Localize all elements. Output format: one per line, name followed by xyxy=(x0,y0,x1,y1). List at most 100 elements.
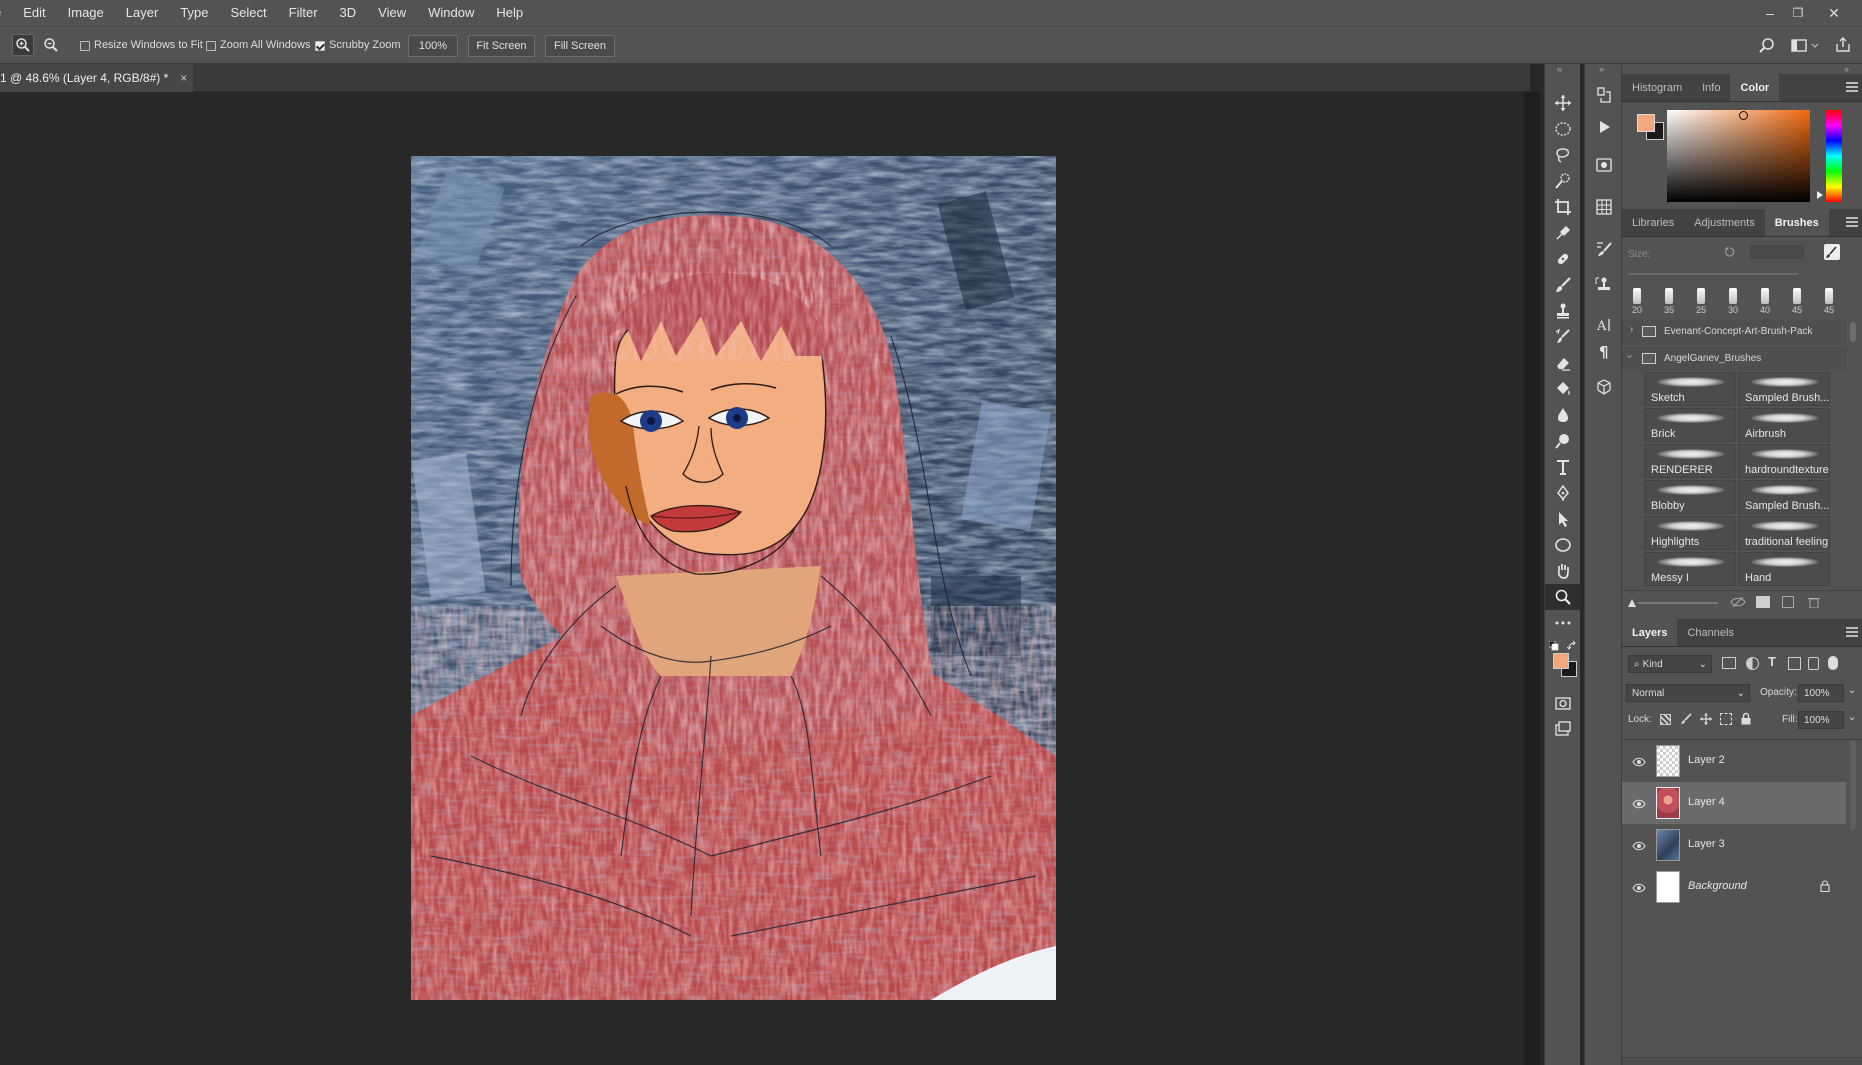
fill-chevron-icon[interactable]: ⌄ xyxy=(1848,712,1856,723)
history-brush-tool-icon[interactable] xyxy=(1545,324,1581,350)
menu-select[interactable]: Select xyxy=(220,0,278,26)
color-field[interactable] xyxy=(1667,110,1810,202)
default-colors-icon[interactable] xyxy=(1548,639,1559,651)
close-tab-icon[interactable]: × xyxy=(180,71,187,85)
ellipse-tool-icon[interactable] xyxy=(1545,532,1581,558)
lock-position-icon[interactable] xyxy=(1700,713,1712,725)
history-icon[interactable] xyxy=(1585,80,1623,110)
zoom-out-icon[interactable] xyxy=(40,34,62,56)
workspace-icon[interactable] xyxy=(1790,37,1820,55)
zoom-percent-field[interactable]: 100% xyxy=(408,35,458,57)
brush-item[interactable]: Airbrush xyxy=(1738,408,1830,442)
visibility-eye-icon[interactable] xyxy=(1632,881,1646,893)
brush-item[interactable]: Brick xyxy=(1644,408,1736,442)
brush-preset[interactable]: 30 xyxy=(1726,288,1740,315)
hand-tool-icon[interactable] xyxy=(1545,558,1581,584)
collapse-dock-icon[interactable]: » xyxy=(1599,64,1604,74)
chevron-down-icon[interactable]: › xyxy=(1624,355,1635,358)
lock-all-icon[interactable] xyxy=(1740,712,1752,725)
hue-slider-marker[interactable] xyxy=(1817,191,1823,199)
artwork-canvas[interactable] xyxy=(411,156,1056,1000)
type-tool-icon[interactable] xyxy=(1545,454,1581,480)
bucket-tool-icon[interactable] xyxy=(1545,376,1581,402)
filter-type-icon[interactable]: T xyxy=(1768,654,1776,669)
hue-slider[interactable] xyxy=(1826,110,1842,202)
tab-libraries[interactable]: Libraries xyxy=(1622,209,1684,236)
layer-row[interactable]: Layer 3 xyxy=(1622,824,1846,866)
collapse-panels-icon[interactable]: » xyxy=(1844,64,1849,74)
brush-settings-icon[interactable] xyxy=(1585,234,1623,264)
menu-view[interactable]: View xyxy=(367,0,417,26)
brush-group-row[interactable]: › AngelGanev_Brushes xyxy=(1622,347,1846,371)
share-icon[interactable] xyxy=(1834,36,1852,54)
new-brush-footer-icon[interactable] xyxy=(1782,596,1794,608)
filter-adjustment-icon[interactable] xyxy=(1746,657,1759,670)
chevron-right-icon[interactable]: › xyxy=(1630,324,1633,335)
pen-tool-icon[interactable] xyxy=(1545,480,1581,506)
filter-smart-object-icon[interactable] xyxy=(1808,657,1819,670)
layer-filter-dropdown[interactable]: ⌕ Kind ⌄ xyxy=(1628,655,1712,673)
filter-toggle-icon[interactable] xyxy=(1828,656,1838,670)
layers-scrollbar[interactable] xyxy=(1850,740,1856,830)
brush-item[interactable]: Sampled Brush... xyxy=(1738,372,1830,406)
visibility-eye-icon[interactable] xyxy=(1632,797,1646,809)
blur-tool-icon[interactable] xyxy=(1545,402,1581,428)
clone-source-icon[interactable] xyxy=(1585,270,1623,300)
lasso-tool-icon[interactable] xyxy=(1545,142,1581,168)
brush-item[interactable]: traditional feeling xyxy=(1738,516,1830,550)
restore-button[interactable]: ❐ xyxy=(1784,0,1812,26)
tab-channels[interactable]: Channels xyxy=(1677,619,1743,646)
lock-transparency-icon[interactable] xyxy=(1660,714,1671,725)
filter-pixel-icon[interactable] xyxy=(1722,657,1736,669)
layer-row[interactable]: Layer 2 xyxy=(1622,740,1846,782)
actions-icon[interactable] xyxy=(1585,112,1623,142)
menu-image[interactable]: Image xyxy=(57,0,115,26)
color-panel-menu-icon[interactable] xyxy=(1846,82,1858,92)
zoom-all-checkbox[interactable] xyxy=(206,41,216,51)
document-tab[interactable]: 1 @ 48.6% (Layer 4, RGB/8#) * × xyxy=(0,64,194,92)
delete-brush-icon[interactable] xyxy=(1808,596,1820,609)
brush-item[interactable]: RENDERER xyxy=(1644,444,1736,478)
fill-screen-button[interactable]: Fill Screen xyxy=(545,35,615,57)
resize-windows-checkbox[interactable] xyxy=(80,41,90,51)
brush-item[interactable]: hardroundtexture xyxy=(1738,444,1830,478)
quick-mask-icon[interactable] xyxy=(1545,690,1581,716)
brush-item[interactable]: Hand xyxy=(1738,552,1830,586)
reset-size-icon[interactable] xyxy=(1724,246,1736,258)
stamp-tool-icon[interactable] xyxy=(1545,298,1581,324)
collapse-toolbar-icon[interactable]: « xyxy=(1557,64,1569,74)
blend-mode-dropdown[interactable]: Normal ⌄ xyxy=(1626,684,1750,702)
new-group-icon[interactable] xyxy=(1756,596,1770,608)
visibility-eye-icon[interactable] xyxy=(1632,839,1646,851)
brush-item[interactable]: Messy I xyxy=(1644,552,1736,586)
preview-size-small-icon[interactable] xyxy=(1628,599,1636,607)
grid-icon[interactable] xyxy=(1585,192,1623,222)
dodge-tool-icon[interactable] xyxy=(1545,428,1581,454)
quick-select-tool-icon[interactable] xyxy=(1545,168,1581,194)
layer-lock-icon[interactable] xyxy=(1820,880,1830,893)
filter-shape-icon[interactable] xyxy=(1788,657,1801,670)
lock-pixels-icon[interactable] xyxy=(1680,713,1692,725)
tab-layers[interactable]: Layers xyxy=(1622,619,1678,646)
3d-icon[interactable] xyxy=(1585,372,1623,402)
new-brush-icon[interactable] xyxy=(1824,244,1840,260)
tab-adjustments[interactable]: Adjustments xyxy=(1684,209,1765,236)
layers-panel-menu-icon[interactable] xyxy=(1846,627,1858,637)
opacity-field[interactable]: 100% xyxy=(1798,684,1844,702)
eyedropper-tool-icon[interactable] xyxy=(1545,220,1581,246)
toggle-preview-icon[interactable] xyxy=(1730,596,1746,608)
layer-row[interactable]: Background xyxy=(1622,866,1846,908)
tab-histogram[interactable]: Histogram xyxy=(1622,74,1692,101)
brush-tool-icon[interactable] xyxy=(1545,272,1581,298)
adjust-icon[interactable] xyxy=(1585,150,1623,180)
menu-filter[interactable]: Filter xyxy=(278,0,329,26)
brush-preset[interactable]: 35 xyxy=(1662,288,1676,315)
opacity-chevron-icon[interactable]: ⌄ xyxy=(1848,685,1856,696)
brush-preset[interactable]: 45 xyxy=(1790,288,1804,315)
minimize-button[interactable]: – xyxy=(1756,0,1784,26)
visibility-eye-icon[interactable] xyxy=(1632,755,1646,767)
menu-layer[interactable]: Layer xyxy=(115,0,170,26)
fill-field[interactable]: 100% xyxy=(1798,711,1844,729)
layer-row[interactable]: Layer 4 xyxy=(1622,782,1846,824)
brush-item[interactable]: Blobby xyxy=(1644,480,1736,514)
